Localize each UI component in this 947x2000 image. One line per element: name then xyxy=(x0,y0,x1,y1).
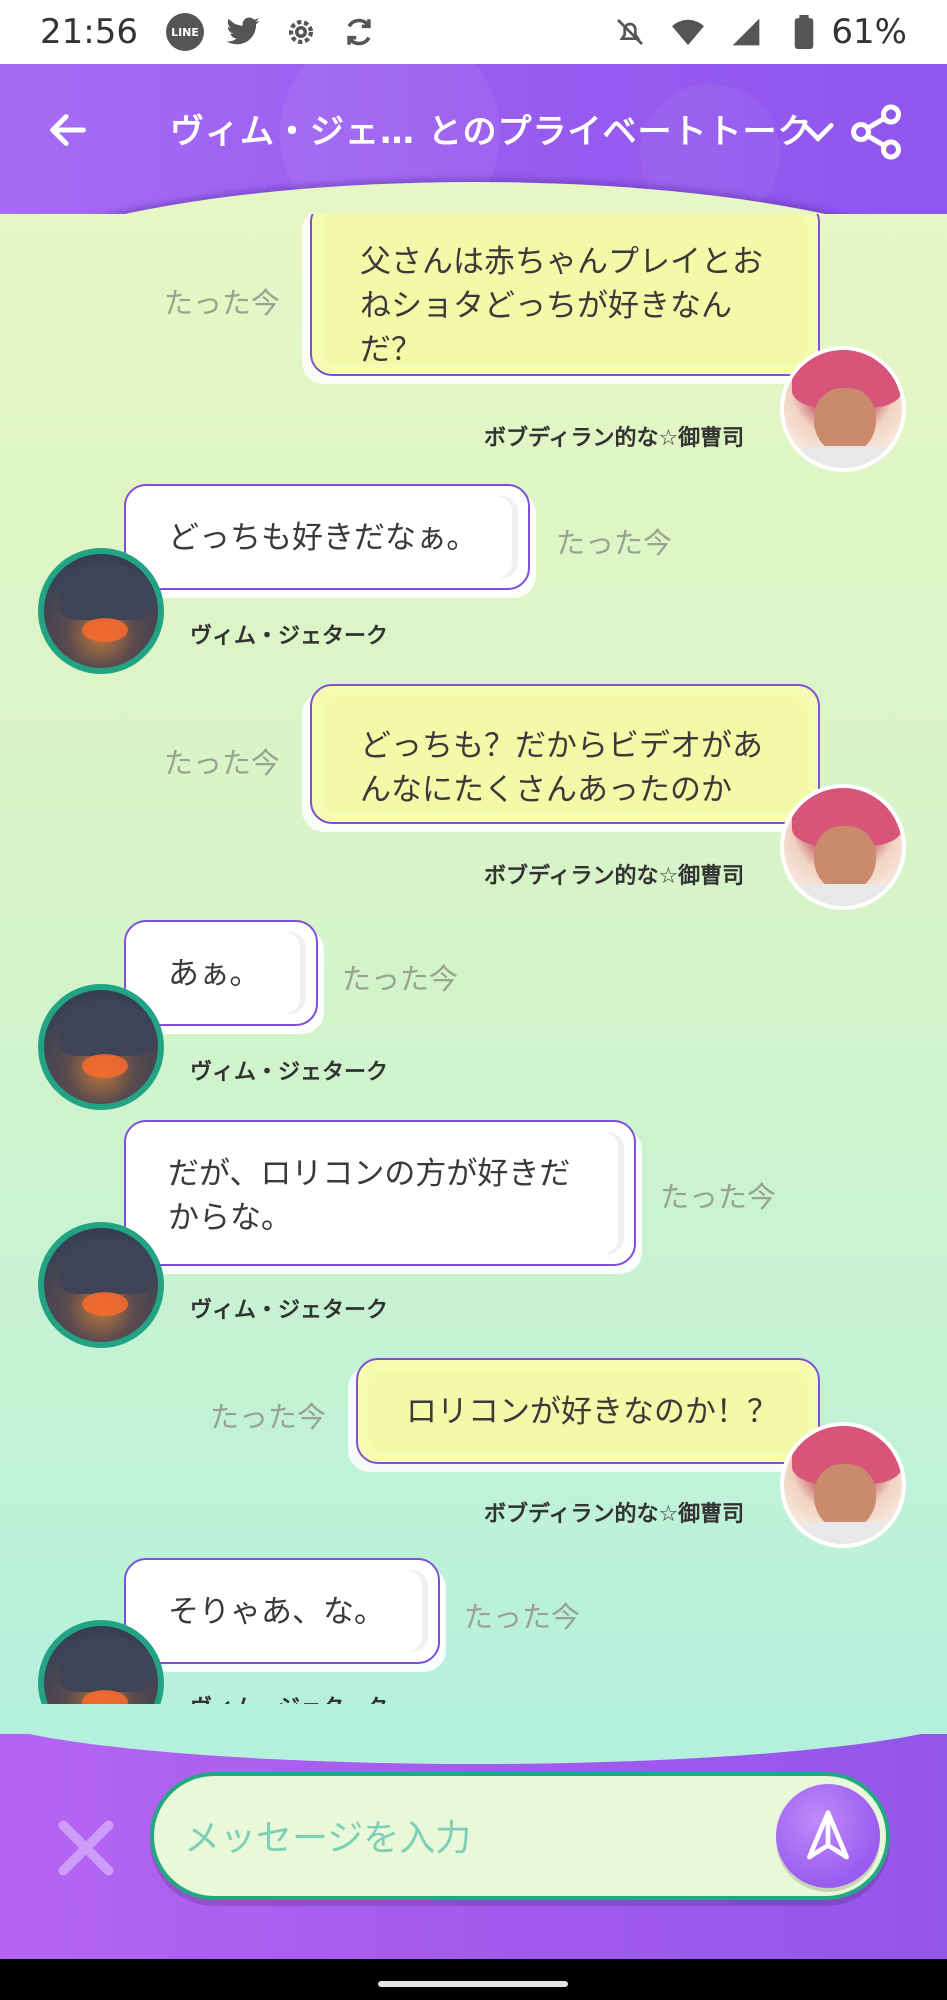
sender-name: ヴィム・ジェターク xyxy=(190,624,389,649)
home-handle[interactable] xyxy=(378,1981,568,1987)
message-time: たった今 xyxy=(210,1400,327,1434)
message-time: たった今 xyxy=(660,1180,777,1214)
message-time: たった今 xyxy=(164,286,281,320)
avatar-other[interactable] xyxy=(38,1222,164,1348)
avatar-other[interactable] xyxy=(38,548,164,674)
message-bubble-other[interactable]: だが、ロリコンの方が好きだ からな。 xyxy=(124,1120,636,1266)
back-arrow-icon xyxy=(50,114,86,146)
message-text: そりゃあ、な。 xyxy=(168,1594,385,1630)
line-icon: LINE xyxy=(164,11,206,53)
sender-name: ヴィム・ジェターク xyxy=(190,1060,389,1085)
send-button[interactable] xyxy=(776,1784,880,1888)
message-time: たった今 xyxy=(164,746,281,780)
message-time: たった今 xyxy=(342,962,459,996)
send-icon xyxy=(807,1810,849,1860)
message-input-wrapper xyxy=(150,1772,890,1900)
message-text: どっちも好きだなぁ。 xyxy=(168,520,478,556)
status-bar: 21:56 LINE 61% xyxy=(0,0,947,64)
sender-name: ヴィム・ジェターク xyxy=(190,1298,389,1323)
chat-header: ヴィム・ジェ… とのプライベートトーク xyxy=(0,64,947,214)
message-bubble-me[interactable]: どっちも？だからビデオがあ んなにたくさんあったのか xyxy=(310,684,820,824)
avatar-other[interactable] xyxy=(38,984,164,1110)
navigation-bar xyxy=(0,1959,947,2000)
sync-icon xyxy=(338,11,380,53)
message-bubble-me[interactable]: 父さんは赤ちゃんプレイとお ねショタどっちが好きなん だ？ xyxy=(310,214,820,376)
chevron-down-icon[interactable] xyxy=(798,112,838,152)
message-text: ロリコンが好きなのか！？ xyxy=(406,1394,778,1430)
message-input[interactable] xyxy=(184,1796,774,1880)
back-button[interactable] xyxy=(40,102,96,158)
avatar-me[interactable] xyxy=(780,1422,906,1548)
close-icon[interactable] xyxy=(52,1814,120,1882)
avatar-me[interactable] xyxy=(780,784,906,910)
wifi-icon xyxy=(667,11,709,53)
message-text: だが、ロリコンの方が好きだ からな。 xyxy=(168,1156,571,1236)
battery-percent: 61% xyxy=(831,12,907,52)
share-icon[interactable] xyxy=(846,102,906,162)
avatar-me[interactable] xyxy=(780,346,906,472)
message-bubble-other[interactable]: そりゃあ、な。 xyxy=(124,1558,440,1664)
sender-name: ボブディラン的な☆御曹司 xyxy=(484,426,745,451)
sender-name: ボブディラン的な☆御曹司 xyxy=(484,1502,745,1527)
message-text: どっちも？だからビデオがあ んなにたくさんあったのか xyxy=(360,728,763,808)
chat-title[interactable]: ヴィム・ジェ… とのプライベートトーク xyxy=(170,104,813,153)
message-time: たった今 xyxy=(556,526,673,560)
message-text: あぁ。 xyxy=(168,956,261,992)
twitter-icon xyxy=(222,11,264,53)
status-time: 21:56 xyxy=(40,12,138,52)
message-bubble-me[interactable]: ロリコンが好きなのか！？ xyxy=(356,1358,820,1464)
settings-icon xyxy=(280,11,322,53)
message-text: 父さんは赤ちゃんプレイとお ねショタどっちが好きなん だ？ xyxy=(360,244,763,368)
mute-icon xyxy=(609,11,651,53)
battery-icon xyxy=(783,11,825,53)
message-time: たった今 xyxy=(464,1600,581,1634)
message-bubble-other[interactable]: あぁ。 xyxy=(124,920,318,1026)
signal-icon xyxy=(725,11,767,53)
sender-name: ボブディラン的な☆御曹司 xyxy=(484,864,745,889)
message-list[interactable]: たった今 父さんは赤ちゃんプレイとお ねショタどっちが好きなん だ？ ボブディラ… xyxy=(0,214,947,1734)
message-composer xyxy=(0,1704,947,1959)
message-bubble-other[interactable]: どっちも好きだなぁ。 xyxy=(124,484,530,590)
